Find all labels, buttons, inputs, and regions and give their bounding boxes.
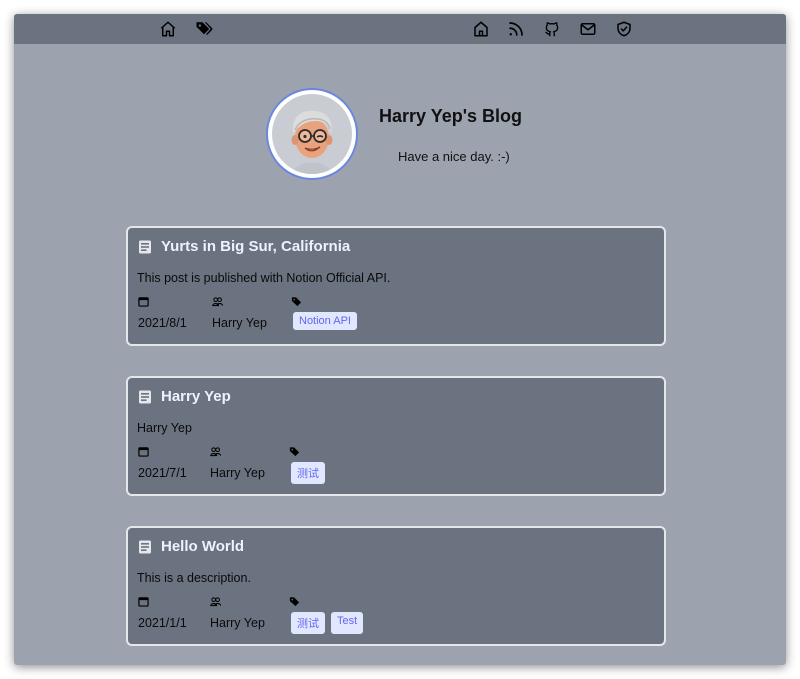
post-date: 2021/7/1 bbox=[138, 466, 187, 480]
users-icon bbox=[210, 597, 221, 607]
calendar-icon bbox=[138, 597, 149, 607]
post-date: 2021/1/1 bbox=[138, 616, 187, 630]
article-icon bbox=[139, 240, 151, 253]
blog-subtitle: Have a nice day. :-) bbox=[398, 149, 510, 164]
home-outline-icon[interactable] bbox=[469, 17, 493, 41]
post-tags: Notion API bbox=[293, 312, 357, 330]
post-header: Hello World bbox=[137, 538, 244, 555]
post-author: Harry Yep bbox=[210, 616, 265, 630]
tag-icon bbox=[289, 597, 300, 607]
post-date: 2021/8/1 bbox=[138, 316, 187, 330]
article-icon bbox=[139, 540, 151, 553]
mail-icon[interactable] bbox=[576, 17, 600, 41]
tag-icon bbox=[289, 447, 300, 457]
tag-badge[interactable]: Test bbox=[331, 612, 364, 634]
post-title[interactable]: Harry Yep bbox=[161, 388, 231, 405]
top-navbar bbox=[14, 14, 786, 44]
browser-window: Harry Yep's Blog Have a nice day. :-) Yu… bbox=[14, 14, 786, 665]
calendar-icon bbox=[138, 297, 149, 307]
post-card[interactable]: Yurts in Big Sur, California This post i… bbox=[126, 226, 666, 346]
home-icon[interactable] bbox=[156, 17, 180, 41]
tag-badge[interactable]: 测试 bbox=[291, 612, 325, 634]
tags-icon[interactable] bbox=[192, 17, 216, 41]
post-card[interactable]: Harry Yep Harry Yep 2021/7/1 Harry Yep 测… bbox=[126, 376, 666, 496]
tag-badge[interactable]: Notion API bbox=[293, 312, 357, 330]
users-icon bbox=[210, 447, 221, 457]
post-tags: 测试 Test bbox=[291, 612, 364, 634]
avatar bbox=[266, 88, 358, 180]
tag-badge[interactable]: 测试 bbox=[291, 462, 325, 484]
tag-icon bbox=[291, 297, 302, 307]
post-title[interactable]: Hello World bbox=[161, 538, 244, 555]
users-icon bbox=[212, 297, 223, 307]
post-card[interactable]: Hello World This is a description. 2021/… bbox=[126, 526, 666, 646]
post-header: Harry Yep bbox=[137, 388, 231, 405]
post-title[interactable]: Yurts in Big Sur, California bbox=[161, 238, 350, 255]
article-icon bbox=[139, 390, 151, 403]
shield-check-icon[interactable] bbox=[612, 17, 636, 41]
github-icon[interactable] bbox=[540, 17, 564, 41]
post-header: Yurts in Big Sur, California bbox=[137, 238, 350, 255]
rss-icon[interactable] bbox=[504, 17, 528, 41]
post-author: Harry Yep bbox=[212, 316, 267, 330]
post-description: Harry Yep bbox=[137, 421, 192, 435]
calendar-icon bbox=[138, 447, 149, 457]
blog-title: Harry Yep's Blog bbox=[379, 106, 523, 126]
memoji-avatar-icon bbox=[272, 94, 352, 174]
post-description: This post is published with Notion Offic… bbox=[137, 271, 391, 285]
post-description: This is a description. bbox=[137, 571, 251, 585]
post-tags: 测试 bbox=[291, 462, 325, 484]
post-author: Harry Yep bbox=[210, 466, 265, 480]
